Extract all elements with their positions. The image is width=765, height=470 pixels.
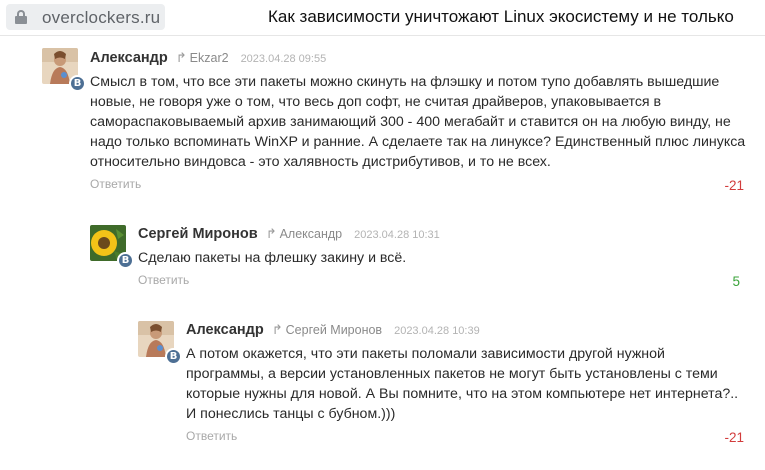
comment-text: Смысл в том, что все эти пакеты можно ск… <box>90 74 746 170</box>
reply-button[interactable]: Ответить <box>90 177 141 191</box>
reply-to-name: Александр <box>279 227 343 241</box>
rating: -21 <box>724 178 744 193</box>
browser-bar: overclockers.ru Как зависимости уничтожа… <box>0 0 765 36</box>
avatar[interactable]: В <box>42 48 86 92</box>
reply-arrow-icon: ↱ <box>265 226 277 241</box>
timestamp: 2023.04.28 09:55 <box>240 53 327 65</box>
reply-to[interactable]: ↱ Сергей Миронов <box>272 322 382 338</box>
lock-icon <box>15 10 27 24</box>
comment-header: Сергей Миронов ↱ Александр 2023.04.28 10:… <box>138 226 440 242</box>
reply-arrow-icon: ↱ <box>271 322 283 337</box>
timestamp: 2023.04.28 10:39 <box>394 325 480 337</box>
comment-header: Александр ↱ Сергей Миронов 2023.04.28 10:… <box>186 322 480 338</box>
reply-to[interactable]: ↱ Александр <box>266 226 342 242</box>
address-bar[interactable]: overclockers.ru <box>6 4 165 30</box>
reply-arrow-icon: ↱ <box>175 50 187 65</box>
reply-button[interactable]: Ответить <box>186 429 237 443</box>
timestamp: 2023.04.28 10:31 <box>354 229 440 241</box>
page-title: Как зависимости уничтожают Linux экосист… <box>268 7 734 26</box>
reply-button[interactable]: Ответить <box>138 273 189 287</box>
vk-badge-icon: В <box>117 252 134 269</box>
reply-to-name: Сергей Миронов <box>285 323 383 337</box>
author-name[interactable]: Александр <box>90 50 168 66</box>
comment-text: А потом окажется, что эти пакеты поломал… <box>186 346 739 422</box>
reply-to[interactable]: ↱ Ekzar2 <box>176 50 229 66</box>
reply-to-name: Ekzar2 <box>189 51 229 65</box>
author-name[interactable]: Александр <box>186 322 264 338</box>
rating: -21 <box>724 430 744 445</box>
vk-badge-icon: В <box>165 348 182 365</box>
vk-badge-icon: В <box>69 75 86 92</box>
url-text: overclockers.ru <box>42 8 161 27</box>
avatar[interactable]: В <box>90 225 134 269</box>
author-name[interactable]: Сергей Миронов <box>138 226 258 242</box>
comment-header: Александр ↱ Ekzar2 2023.04.28 09:55 <box>90 50 326 66</box>
avatar[interactable]: В <box>138 321 182 365</box>
rating: 5 <box>732 274 740 289</box>
comment-text: Сделаю пакеты на флешку закину и всё. <box>138 250 407 266</box>
